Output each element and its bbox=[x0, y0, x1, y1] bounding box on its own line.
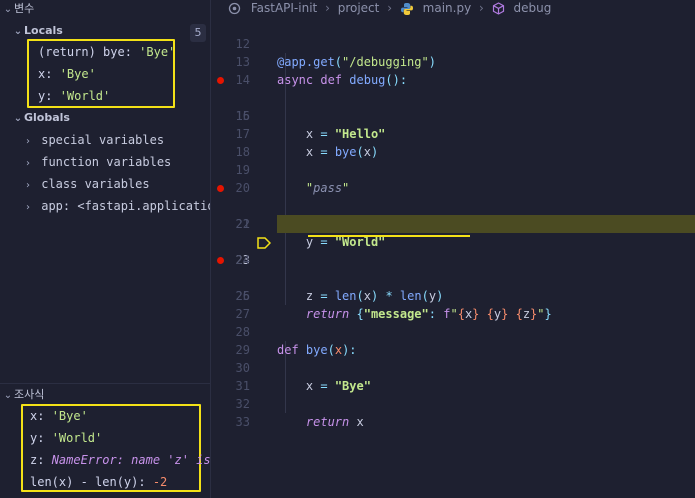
code-line-28[interactable]: 28 def bye(x): bbox=[212, 305, 695, 357]
globals-label: Globals bbox=[24, 111, 70, 124]
code-line-13[interactable]: 13 async def debug(): bbox=[212, 35, 695, 87]
watch-item-y[interactable]: y: 'World' bbox=[30, 427, 102, 449]
chevron-down-icon: ⌄ bbox=[3, 390, 13, 401]
watch-section-header[interactable]: ⌄ 조사식 bbox=[2, 384, 45, 406]
watch-item-len-diff[interactable]: len(x) - len(y): -2 bbox=[30, 471, 167, 493]
code-line-23-current[interactable]: 23 z = len(x) * len(y) bbox=[212, 215, 695, 303]
chevron-right-icon: › bbox=[26, 180, 30, 191]
breadcrumb: FastAPI-init › project › main.py › debug bbox=[212, 0, 695, 17]
chevron-right-icon: › bbox=[26, 202, 30, 213]
breakpoint-icon[interactable] bbox=[217, 185, 224, 192]
globals-item-app[interactable]: › app: <fastapi.application… bbox=[22, 195, 210, 217]
debug-sidebar: ⌄ 변수 5 ⌄ Locals (return) bye: 'Bye' x: 'By… bbox=[0, 0, 211, 498]
chevron-right-icon: › bbox=[387, 1, 392, 15]
current-line-highlight bbox=[277, 215, 695, 233]
globals-item-special-variables[interactable]: › special variables bbox=[22, 129, 164, 151]
chevron-down-icon: ⌄ bbox=[3, 4, 13, 15]
code-line-27[interactable]: 27 bbox=[212, 287, 695, 321]
code-line-32[interactable]: 32 return x bbox=[212, 377, 695, 429]
code-line-18[interactable]: 18 bbox=[212, 125, 695, 159]
chevron-down-icon: ⌄ bbox=[13, 26, 23, 37]
code-line-16[interactable]: 16 bbox=[212, 89, 695, 123]
watch-title: 조사식 bbox=[14, 388, 45, 401]
breakpoint-icon[interactable] bbox=[217, 77, 224, 84]
code-line-21[interactable]: 21 y = "World" bbox=[212, 179, 695, 249]
code-editor[interactable]: 12 @app.get("/debugging") 13 async def d… bbox=[212, 17, 695, 498]
chevron-right-icon: › bbox=[479, 1, 484, 15]
cube-icon bbox=[492, 0, 505, 17]
chevron-right-icon: › bbox=[26, 136, 30, 147]
code-line-29[interactable]: 29 bbox=[212, 323, 695, 357]
watch-item-z[interactable]: z: NameError: name 'z' is … bbox=[30, 449, 210, 471]
source-control-icon bbox=[212, 0, 241, 17]
code-line-20[interactable]: 20 bbox=[212, 161, 695, 195]
globals-item-class-variables[interactable]: › class variables bbox=[22, 173, 150, 195]
variables-section-header[interactable]: ⌄ 변수 bbox=[2, 0, 34, 20]
code-line-31[interactable]: 31 bbox=[212, 359, 695, 393]
breadcrumb-folder-project[interactable]: project bbox=[338, 0, 380, 17]
breadcrumb-folder-fastapi-init[interactable]: FastAPI-init bbox=[245, 0, 317, 17]
chevron-right-icon: › bbox=[26, 158, 30, 169]
code-line-30[interactable]: 30 x = "Bye" bbox=[212, 341, 695, 393]
local-variable-x[interactable]: x: 'Bye' bbox=[38, 63, 96, 85]
locals-label: Locals bbox=[24, 24, 63, 37]
code-line-25[interactable]: 25 return {"message": f"{x} {y} {z}"} bbox=[212, 251, 695, 321]
breakpoint-icon[interactable] bbox=[217, 257, 224, 264]
variables-title: 변수 bbox=[14, 2, 35, 15]
watch-item-x[interactable]: x: 'Bye' bbox=[30, 405, 88, 427]
code-line-22[interactable]: 22 bbox=[212, 197, 695, 231]
breadcrumb-file[interactable]: main.py bbox=[418, 0, 472, 17]
chevron-down-icon: ⌄ bbox=[13, 113, 23, 124]
code-line-14[interactable]: 14 bbox=[212, 53, 695, 87]
code-line-19[interactable]: 19 "pass" bbox=[212, 143, 695, 195]
code-line-26[interactable]: 26 bbox=[212, 269, 695, 303]
code-text: return x bbox=[305, 415, 364, 429]
globals-scope-header[interactable]: ⌄ Globals bbox=[12, 107, 70, 129]
code-line-15[interactable]: 15 x = "Hello" bbox=[212, 71, 695, 141]
variables-count-badge: 5 bbox=[190, 24, 206, 42]
python-icon bbox=[400, 0, 414, 17]
local-variable-y[interactable]: y: 'World' bbox=[38, 85, 110, 107]
breadcrumb-symbol[interactable]: debug bbox=[508, 0, 551, 17]
globals-item-function-variables[interactable]: › function variables bbox=[22, 151, 171, 173]
code-line-12[interactable]: 12 @app.get("/debugging") bbox=[212, 17, 695, 69]
code-line-17[interactable]: 17 x = bye(x) bbox=[212, 107, 695, 159]
code-line-33[interactable]: 33 bbox=[212, 395, 695, 429]
chevron-right-icon: › bbox=[325, 1, 330, 15]
code-line-24[interactable]: 24 bbox=[212, 233, 695, 267]
local-variable-return-bye[interactable]: (return) bye: 'Bye' bbox=[38, 41, 175, 63]
